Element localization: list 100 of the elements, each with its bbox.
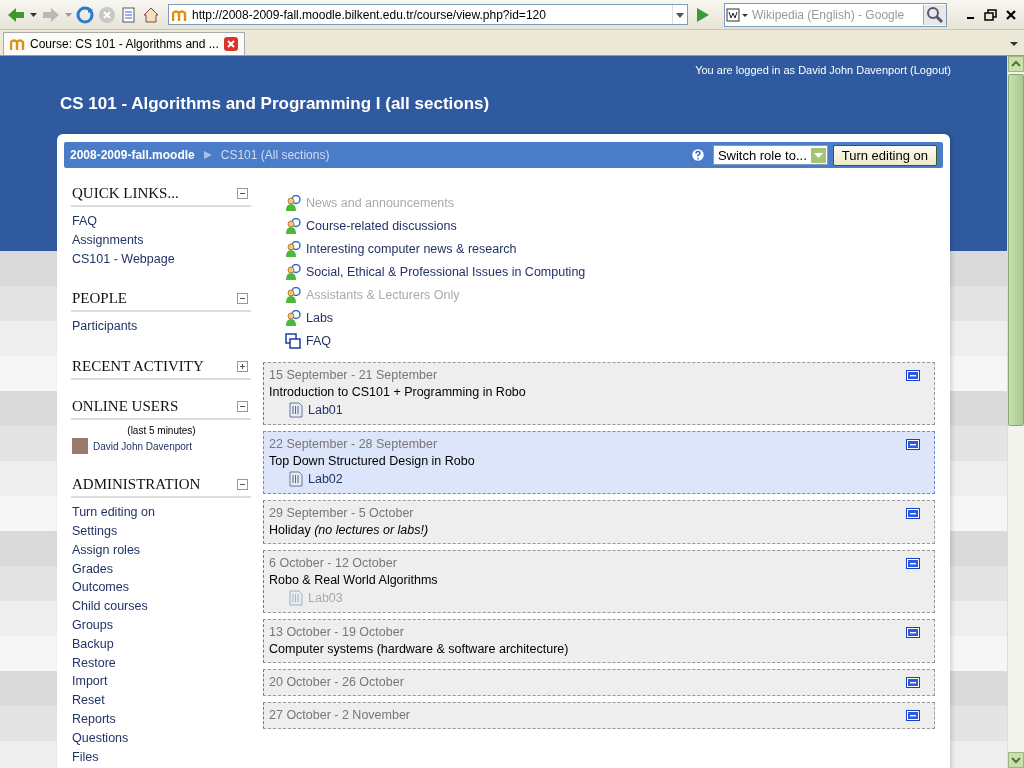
section-title: Robo & Real World Algorithms (269, 573, 439, 587)
forum-icon[interactable] (285, 217, 301, 234)
collapse-icon[interactable] (237, 479, 248, 491)
forum-icon[interactable] (285, 263, 301, 280)
sidebar-link[interactable]: CS101 - Webpage (72, 249, 251, 269)
search-icon[interactable] (923, 4, 946, 25)
show-only-week-icon[interactable] (906, 557, 920, 569)
forum-icon[interactable] (285, 240, 301, 257)
caret-down-icon (1010, 754, 1022, 766)
sidebar-link[interactable]: Child courses (72, 597, 251, 616)
document-icon[interactable] (289, 471, 303, 487)
sidebar-link[interactable]: Participants (72, 317, 251, 337)
sidebar-link[interactable]: Files (72, 747, 251, 767)
block-title: QUICK LINKS... (72, 185, 179, 202)
show-only-week-icon[interactable] (906, 369, 920, 381)
week-section[interactable]: 22 September - 28 September Top Down Structured Design in Robo Lab02 (263, 431, 935, 494)
sidebar-link[interactable]: FAQ (72, 212, 251, 231)
sidebar-link[interactable]: Backup (72, 634, 251, 654)
block-title: RECENT ACTIVITY (72, 358, 204, 376)
help-icon[interactable] (690, 148, 705, 162)
block-title: ONLINE USERS (72, 398, 179, 416)
show-only-week-icon[interactable] (906, 626, 920, 638)
breadcrumb-arrow-icon (203, 151, 212, 159)
user-link[interactable]: David John Davenport (93, 440, 192, 452)
forum-icon[interactable] (285, 309, 301, 326)
browser-tab[interactable]: Course: CS 101 - Algorithms and ... (3, 32, 245, 55)
block-title: PEOPLE (72, 290, 127, 308)
section-title: Holiday (no lectures or labs!) (269, 523, 430, 537)
section-dates: 29 September - 5 October (269, 506, 414, 520)
sidebar-link[interactable]: Reports (72, 709, 251, 729)
week-section[interactable]: 15 September - 21 September Introduction to CS101 + Programming in Robo Lab01 (263, 362, 935, 425)
glossary-icon[interactable] (285, 332, 301, 349)
section-dates: 27 October - 2 November (269, 708, 411, 722)
collapse-icon[interactable] (237, 188, 248, 199)
edit-mode-button[interactable]: Turn editing on (832, 144, 937, 166)
show-only-week-icon[interactable] (906, 507, 920, 519)
scroll-down-button[interactable] (1008, 752, 1024, 768)
collapse-icon[interactable] (237, 401, 248, 413)
sidebar-link[interactable]: Grades (72, 559, 251, 579)
block-title: ADMINISTRATION (72, 476, 201, 494)
document-icon[interactable] (289, 402, 303, 418)
sidebar-link[interactable]: Import (72, 672, 251, 692)
online-note: (last 5 minutes) (126, 425, 197, 437)
activity-link[interactable]: Course-related discussions (306, 218, 457, 233)
section-dates: 6 October - 12 October (269, 556, 397, 570)
user-link[interactable]: David John Davenport (798, 64, 907, 76)
reload-icon[interactable] (76, 5, 94, 24)
avatar-placeholder (72, 438, 88, 455)
restore-icon[interactable] (984, 7, 998, 22)
show-only-week-icon[interactable] (906, 709, 920, 721)
show-only-week-icon[interactable] (906, 438, 920, 450)
section-dates: 22 September - 28 September (269, 437, 438, 451)
sidebar-link[interactable]: Restore (72, 653, 251, 673)
course-title: CS 101 - Algorithms and Programming I (all sections) (60, 94, 491, 114)
sidebar-link[interactable]: Questions (72, 728, 251, 748)
forum-icon[interactable] (285, 194, 301, 211)
activity-link[interactable]: Labs (306, 310, 334, 325)
home-icon[interactable] (142, 5, 160, 24)
dropdown-arrow-icon[interactable] (672, 5, 687, 24)
forum-icon[interactable] (285, 286, 301, 303)
breadcrumb-link[interactable]: 2008-2009-fall.moodle (70, 148, 195, 162)
resource-link[interactable]: Lab02 (308, 472, 343, 486)
week-section[interactable]: 13 October - 19 October Computer systems (hardware & software architecture) (263, 619, 935, 663)
close-icon[interactable] (1004, 7, 1018, 22)
pages-icon[interactable] (120, 5, 138, 24)
section-dates: 13 October - 19 October (269, 625, 404, 639)
caret-icon[interactable] (30, 11, 37, 18)
week-section[interactable]: 6 October - 12 October Robo & Real World Algorithms Lab03 (263, 550, 935, 613)
sidebar-link[interactable]: Settings (72, 522, 251, 541)
sidebar-link[interactable]: Assign roles (72, 540, 251, 560)
role-select[interactable]: Switch role to... (712, 145, 828, 165)
sidebar-link[interactable]: Outcomes (72, 578, 251, 598)
activity-link[interactable]: FAQ (306, 333, 331, 348)
section-title: Computer systems (hardware & software architecture) (269, 642, 570, 656)
breadcrumb-text: CS101 (All sections) (220, 148, 330, 162)
activity-link[interactable]: Social, Ethical & Professional Issues in Computing (306, 264, 586, 279)
activity-link[interactable]: Interesting computer news & research (306, 241, 517, 256)
address-bar[interactable]: http://2008-2009-fall.moodle.bilkent.edu.tr/course/view.php?id=120 (168, 4, 688, 25)
expand-icon[interactable] (237, 361, 248, 373)
search-field[interactable]: Wikipedia (English) - Google (724, 2, 947, 27)
show-only-week-icon[interactable] (906, 676, 920, 688)
resource-link[interactable]: Lab01 (308, 403, 343, 417)
sidebar-link[interactable]: Reset (72, 691, 251, 710)
section-title: Top Down Structured Design in Robo (269, 454, 476, 468)
week-section[interactable]: 27 October - 2 November (263, 702, 935, 729)
site-icon (172, 7, 188, 22)
section-dates: 20 October - 26 October (269, 675, 404, 689)
scroll-up-button[interactable] (1008, 56, 1024, 72)
sidebar-link[interactable]: Groups (72, 615, 251, 635)
login-info: You are logged in as David John Davenport (Logout) (695, 64, 951, 76)
section-title: Introduction to CS101 + Programming in Robo (269, 385, 527, 399)
week-section[interactable]: 29 September - 5 October Holiday (no lectures or labs!) (263, 500, 935, 544)
sidebar-link[interactable]: Assignments (72, 230, 251, 250)
week-section[interactable]: 20 October - 26 October (263, 669, 935, 696)
sidebar-link[interactable]: Turn editing on (72, 503, 251, 522)
search-engine-icon[interactable] (725, 5, 749, 24)
scroll-thumb[interactable] (1008, 74, 1024, 426)
logout-link[interactable]: (Logout) (910, 64, 951, 76)
vertical-scrollbar[interactable] (1007, 56, 1024, 768)
collapse-icon[interactable] (237, 293, 248, 305)
